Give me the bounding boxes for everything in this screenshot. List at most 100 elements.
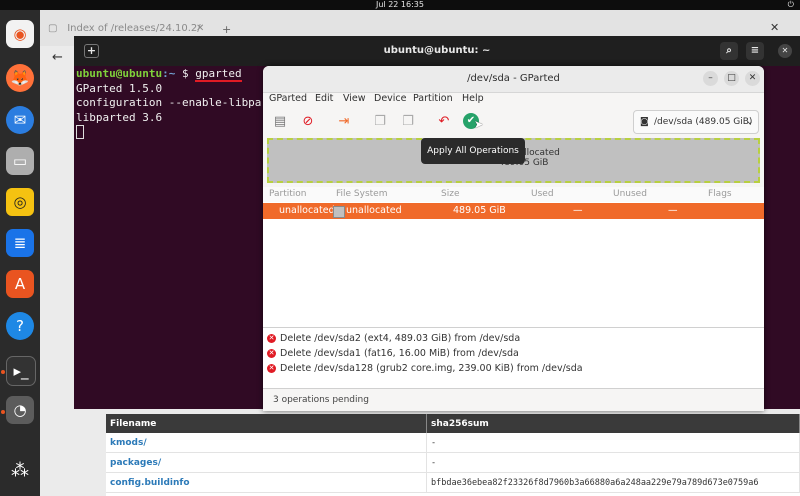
command-text: gparted	[195, 67, 242, 82]
row-filesystem: unallocated	[346, 205, 402, 216]
row-size: 489.05 GiB	[453, 205, 506, 216]
row-unused: —	[668, 205, 678, 216]
file-link[interactable]: kmods/	[106, 433, 427, 453]
file-link[interactable]: config.buildinfo	[106, 472, 427, 493]
file-listing-table: Filename sha256sum kmods/ - packages/ - …	[106, 414, 800, 496]
output-line: libparted 3.6	[76, 110, 163, 124]
rhythmbox-icon[interactable]: ◎	[6, 188, 34, 216]
file-checksum: bfbdae36ebea82f23326f8d7960b3a66880a6a24…	[426, 472, 800, 493]
partition-list[interactable]: unallocated unallocated 489.05 GiB — —	[263, 202, 764, 327]
running-indicator	[1, 370, 5, 374]
table-row: kmods/ -	[106, 433, 800, 453]
device-selector[interactable]: ◙ /dev/sda (489.05 GiB) ⌄	[633, 110, 759, 134]
pending-operations-list[interactable]: ✕ Delete /dev/sda2 (ext4, 489.03 GiB) fro…	[263, 327, 764, 388]
file-checksum: -	[426, 452, 800, 473]
minimize-icon[interactable]: –	[703, 71, 718, 86]
operation-text: Delete /dev/sda128 (grub2 core.img, 239.…	[280, 363, 583, 374]
help-icon[interactable]: ?	[6, 312, 34, 340]
operation-text: Delete /dev/sda1 (fat16, 16.00 MiB) from…	[280, 348, 519, 359]
tooltip: Apply All Operations	[421, 138, 525, 164]
toolbar: ▤ ⊘ ⇥ ❐ ❐ ↶ ✔ ◙ /dev/sda (489.05 GiB) ⌄	[263, 108, 764, 136]
tooltip-text: Apply All Operations	[427, 146, 519, 156]
output-line: GParted 1.5.0	[76, 81, 163, 95]
list-item[interactable]: ✕ Delete /dev/sda1 (fat16, 16.00 MiB) fro…	[267, 346, 519, 361]
terminal-title: ubuntu@ubuntu: ~	[383, 45, 491, 56]
menu-partition[interactable]: Partition	[413, 93, 453, 104]
menu-device[interactable]: Device	[374, 93, 407, 104]
table-row[interactable]: unallocated unallocated 489.05 GiB — —	[263, 203, 764, 219]
delete-operation-icon: ✕	[267, 364, 276, 373]
list-item[interactable]: ✕ Delete /dev/sda128 (grub2 core.img, 239…	[267, 361, 583, 376]
system-menu-icon[interactable]: ⏻	[788, 0, 794, 10]
menu-gparted[interactable]: GParted	[269, 93, 307, 104]
partition-list-header: Partition File System Size Used Unused F…	[263, 187, 764, 203]
column-size[interactable]: Size	[441, 189, 459, 199]
column-unused[interactable]: Unused	[613, 189, 647, 199]
gparted-titlebar[interactable]: /dev/sda - GParted – □ ✕	[263, 66, 764, 93]
files-icon[interactable]: ▭	[6, 147, 34, 175]
menu-icon[interactable]: ≡	[746, 42, 764, 60]
status-text: 3 operations pending	[273, 395, 369, 405]
firefox-icon[interactable]: 🦊	[6, 64, 34, 92]
dock: ◉ 🦊 ✉ ▭ ◎ ≣ A ? ▸_ ◔ ⁂	[0, 10, 40, 496]
page-icon: ▢	[48, 23, 58, 34]
device-selector-label: /dev/sda (489.05 GiB)	[654, 117, 753, 127]
column-filesystem[interactable]: File System	[336, 189, 387, 199]
status-bar: 3 operations pending	[263, 388, 764, 411]
resize-move-icon[interactable]: ⇥	[335, 113, 353, 131]
column-used[interactable]: Used	[531, 189, 554, 199]
prompt-path: :~	[162, 67, 176, 80]
window-close-icon[interactable]: ✕	[770, 21, 779, 34]
app-center-icon[interactable]: A	[6, 270, 34, 298]
operation-text: Delete /dev/sda2 (ext4, 489.03 GiB) from…	[280, 333, 521, 344]
menu-bar: GParted Edit View Device Partition Help	[263, 92, 764, 108]
row-partition: unallocated	[279, 205, 335, 216]
clock[interactable]: Jul 22 16:35	[376, 0, 424, 9]
gparted-window[interactable]: /dev/sda - GParted – □ ✕ GParted Edit Vi…	[263, 66, 764, 411]
row-used: —	[573, 205, 583, 216]
prompt-symbol: $	[181, 67, 189, 80]
file-link[interactable]: packages/	[106, 452, 427, 473]
chevron-down-icon: ⌄	[746, 117, 754, 127]
delete-operation-icon: ✕	[267, 334, 276, 343]
terminal-icon[interactable]: ▸_	[6, 356, 36, 386]
close-icon[interactable]: ✕	[745, 71, 760, 86]
search-icon[interactable]: ⌕	[720, 42, 738, 60]
back-icon[interactable]: ←	[52, 50, 63, 65]
mouse-cursor-icon: ➤	[474, 118, 484, 131]
close-icon[interactable]: ✕	[778, 44, 792, 58]
file-checksum: -	[426, 433, 800, 453]
tab-title: Index of /releases/24.10.2/	[67, 23, 201, 34]
paste-icon[interactable]: ❐	[399, 113, 417, 131]
delete-partition-icon[interactable]: ⊘	[299, 113, 317, 131]
list-item[interactable]: ✕ Delete /dev/sda2 (ext4, 489.03 GiB) fro…	[267, 331, 520, 346]
chromium-icon[interactable]: ◉	[6, 20, 34, 48]
top-bar: Jul 22 16:35 ⏻	[0, 0, 800, 10]
menu-edit[interactable]: Edit	[315, 93, 333, 104]
copy-icon[interactable]: ❐	[371, 113, 389, 131]
cursor	[76, 125, 84, 139]
filesystem-color-swatch	[333, 206, 345, 218]
undo-icon[interactable]: ↶	[435, 113, 453, 131]
thunderbird-icon[interactable]: ✉	[6, 106, 34, 134]
maximize-icon[interactable]: □	[724, 71, 739, 86]
delete-operation-icon: ✕	[267, 349, 276, 358]
gparted-icon[interactable]: ◔	[6, 396, 34, 424]
writer-icon[interactable]: ≣	[6, 229, 34, 257]
column-partition[interactable]: Partition	[269, 189, 307, 199]
header-filename[interactable]: Filename	[106, 414, 427, 433]
show-apps-icon[interactable]: ⁂	[6, 456, 34, 484]
terminal-headerbar[interactable]: + ubuntu@ubuntu: ~ ⌕ ≡ ✕	[74, 36, 800, 66]
menu-help[interactable]: Help	[462, 93, 484, 104]
header-sha256sum[interactable]: sha256sum	[426, 414, 800, 433]
table-row: packages/ -	[106, 452, 800, 473]
running-indicator	[1, 410, 5, 414]
prompt-user: ubuntu@ubuntu	[76, 67, 163, 80]
new-tab-icon[interactable]: +	[222, 23, 231, 36]
new-partition-icon[interactable]: ▤	[271, 113, 289, 131]
menu-view[interactable]: View	[343, 93, 366, 104]
table-row: config.buildinfo bfbdae36ebea82f23326f8d…	[106, 472, 800, 493]
disk-icon: ◙	[640, 117, 649, 127]
column-flags[interactable]: Flags	[708, 189, 732, 199]
window-title: /dev/sda - GParted	[467, 73, 560, 84]
